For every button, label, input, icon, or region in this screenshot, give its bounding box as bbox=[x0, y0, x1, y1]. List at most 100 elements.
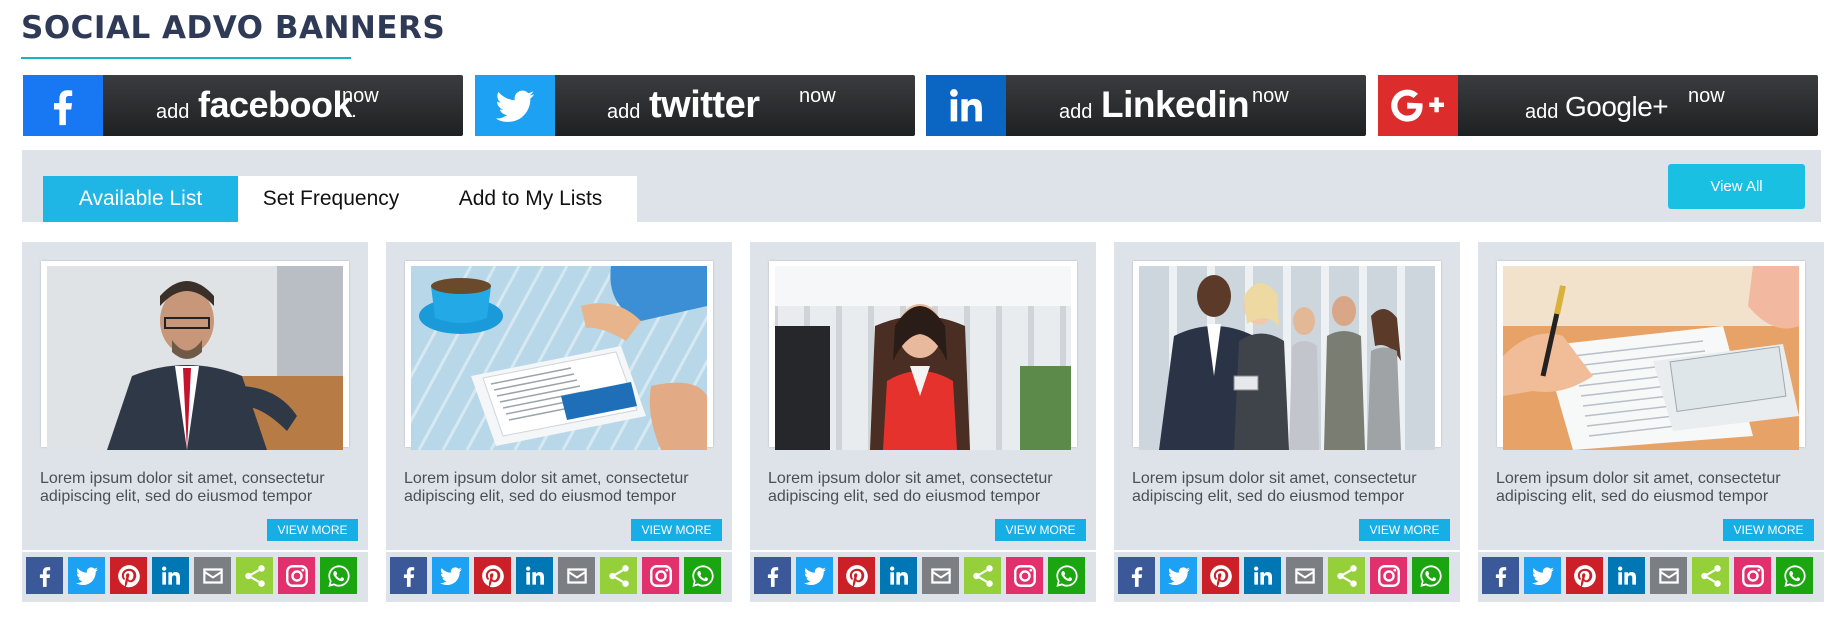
banner-now-label: now bbox=[1252, 85, 1289, 107]
share-icon bbox=[606, 563, 632, 589]
card-description: Lorem ipsum dolor sit amet, consectetur … bbox=[768, 470, 1053, 505]
share-pinterest-button[interactable] bbox=[110, 557, 147, 594]
share-email-button[interactable] bbox=[194, 557, 231, 594]
tab-bar: Available List Set Frequency Add to My Lis… bbox=[22, 150, 1821, 222]
twitter-icon bbox=[1530, 563, 1556, 589]
share-whatsapp-button[interactable] bbox=[1412, 557, 1449, 594]
share-share-button[interactable] bbox=[1328, 557, 1365, 594]
view-more-button[interactable]: VIEW MORE bbox=[1723, 519, 1814, 541]
card-photo[interactable] bbox=[1503, 266, 1799, 450]
share-whatsapp-button[interactable] bbox=[684, 557, 721, 594]
share-share-button[interactable] bbox=[600, 557, 637, 594]
share-facebook-button[interactable] bbox=[390, 557, 427, 594]
card-photo[interactable] bbox=[775, 266, 1071, 450]
share-email-button[interactable] bbox=[1650, 557, 1687, 594]
facebook-icon bbox=[1124, 563, 1150, 589]
share-pinterest-button[interactable] bbox=[1566, 557, 1603, 594]
pinterest-icon bbox=[1208, 563, 1234, 589]
pinterest-icon bbox=[844, 563, 870, 589]
facebook-icon bbox=[23, 75, 103, 136]
share-email-button[interactable] bbox=[558, 557, 595, 594]
email-icon bbox=[200, 563, 226, 589]
pinterest-icon bbox=[116, 563, 142, 589]
share-linkedin-button[interactable] bbox=[516, 557, 553, 594]
card-photo[interactable] bbox=[1139, 266, 1435, 450]
share-linkedin-button[interactable] bbox=[1608, 557, 1645, 594]
whatsapp-icon bbox=[690, 563, 716, 589]
content-card: Lorem ipsum dolor sit amet, consectetur … bbox=[1478, 242, 1824, 550]
view-more-button[interactable]: VIEW MORE bbox=[1359, 519, 1450, 541]
facebook-icon bbox=[396, 563, 422, 589]
share-linkedin-button[interactable] bbox=[152, 557, 189, 594]
share-button-row bbox=[750, 550, 1096, 602]
share-share-button[interactable] bbox=[1692, 557, 1729, 594]
card-photo[interactable] bbox=[411, 266, 707, 450]
share-instagram-button[interactable] bbox=[1370, 557, 1407, 594]
share-icon bbox=[242, 563, 268, 589]
view-more-button[interactable]: VIEW MORE bbox=[631, 519, 722, 541]
twitter-icon bbox=[802, 563, 828, 589]
add-googleplus-banner[interactable]: add Google+ now bbox=[1378, 75, 1818, 136]
banner-brand-label: Google+ bbox=[1565, 91, 1669, 122]
banner-brand-label: twitter bbox=[649, 84, 760, 126]
view-all-button[interactable]: View All bbox=[1668, 164, 1805, 209]
email-icon bbox=[1656, 563, 1682, 589]
share-instagram-button[interactable] bbox=[642, 557, 679, 594]
add-twitter-banner[interactable]: add twitter now bbox=[475, 75, 915, 136]
content-card: Lorem ipsum dolor sit amet, consectetur … bbox=[386, 242, 732, 550]
facebook-icon bbox=[1488, 563, 1514, 589]
share-twitter-button[interactable] bbox=[1524, 557, 1561, 594]
share-facebook-button[interactable] bbox=[754, 557, 791, 594]
share-whatsapp-button[interactable] bbox=[320, 557, 357, 594]
banner-add-label: add bbox=[1059, 101, 1093, 123]
email-icon bbox=[564, 563, 590, 589]
page-title: SOCIAL ADVO BANNERS bbox=[21, 10, 446, 46]
share-twitter-button[interactable] bbox=[432, 557, 469, 594]
banner-brand-label: Linkedin bbox=[1101, 84, 1250, 125]
share-facebook-button[interactable] bbox=[26, 557, 63, 594]
share-instagram-button[interactable] bbox=[1734, 557, 1771, 594]
add-facebook-banner[interactable]: add facebook. now bbox=[23, 75, 463, 136]
view-more-button[interactable]: VIEW MORE bbox=[995, 519, 1086, 541]
share-email-button[interactable] bbox=[1286, 557, 1323, 594]
instagram-icon bbox=[284, 563, 310, 589]
share-pinterest-button[interactable] bbox=[1202, 557, 1239, 594]
share-twitter-button[interactable] bbox=[796, 557, 833, 594]
share-instagram-button[interactable] bbox=[1006, 557, 1043, 594]
share-instagram-button[interactable] bbox=[278, 557, 315, 594]
linkedin-icon bbox=[926, 75, 1006, 136]
tab-set-frequency[interactable]: Set Frequency bbox=[238, 176, 424, 222]
share-pinterest-button[interactable] bbox=[474, 557, 511, 594]
share-email-button[interactable] bbox=[922, 557, 959, 594]
share-linkedin-button[interactable] bbox=[880, 557, 917, 594]
view-more-button[interactable]: VIEW MORE bbox=[267, 519, 358, 541]
tab-available-list[interactable]: Available List bbox=[43, 176, 238, 222]
instagram-icon bbox=[1740, 563, 1766, 589]
share-facebook-button[interactable] bbox=[1118, 557, 1155, 594]
banner-add-label: add bbox=[1525, 101, 1559, 123]
tab-add-to-my-lists[interactable]: Add to My Lists bbox=[424, 176, 637, 222]
share-button-row bbox=[1114, 550, 1460, 602]
twitter-icon bbox=[74, 563, 100, 589]
card-photo[interactable] bbox=[47, 266, 343, 450]
share-whatsapp-button[interactable] bbox=[1048, 557, 1085, 594]
share-twitter-button[interactable] bbox=[68, 557, 105, 594]
card-description: Lorem ipsum dolor sit amet, consectetur … bbox=[404, 470, 689, 505]
facebook-icon bbox=[760, 563, 786, 589]
content-card: Lorem ipsum dolor sit amet, consectetur … bbox=[750, 242, 1096, 550]
share-button-row bbox=[22, 550, 368, 602]
share-facebook-button[interactable] bbox=[1482, 557, 1519, 594]
card-photo-frame bbox=[1497, 261, 1805, 450]
linkedin-icon bbox=[522, 563, 548, 589]
add-linkedin-banner[interactable]: add Linkedin now bbox=[926, 75, 1366, 136]
share-share-button[interactable] bbox=[964, 557, 1001, 594]
share-share-button[interactable] bbox=[236, 557, 273, 594]
card-description: Lorem ipsum dolor sit amet, consectetur … bbox=[1132, 470, 1417, 505]
twitter-icon bbox=[438, 563, 464, 589]
twitter-icon bbox=[475, 75, 555, 136]
share-twitter-button[interactable] bbox=[1160, 557, 1197, 594]
share-whatsapp-button[interactable] bbox=[1776, 557, 1813, 594]
share-pinterest-button[interactable] bbox=[838, 557, 875, 594]
share-linkedin-button[interactable] bbox=[1244, 557, 1281, 594]
whatsapp-icon bbox=[1054, 563, 1080, 589]
